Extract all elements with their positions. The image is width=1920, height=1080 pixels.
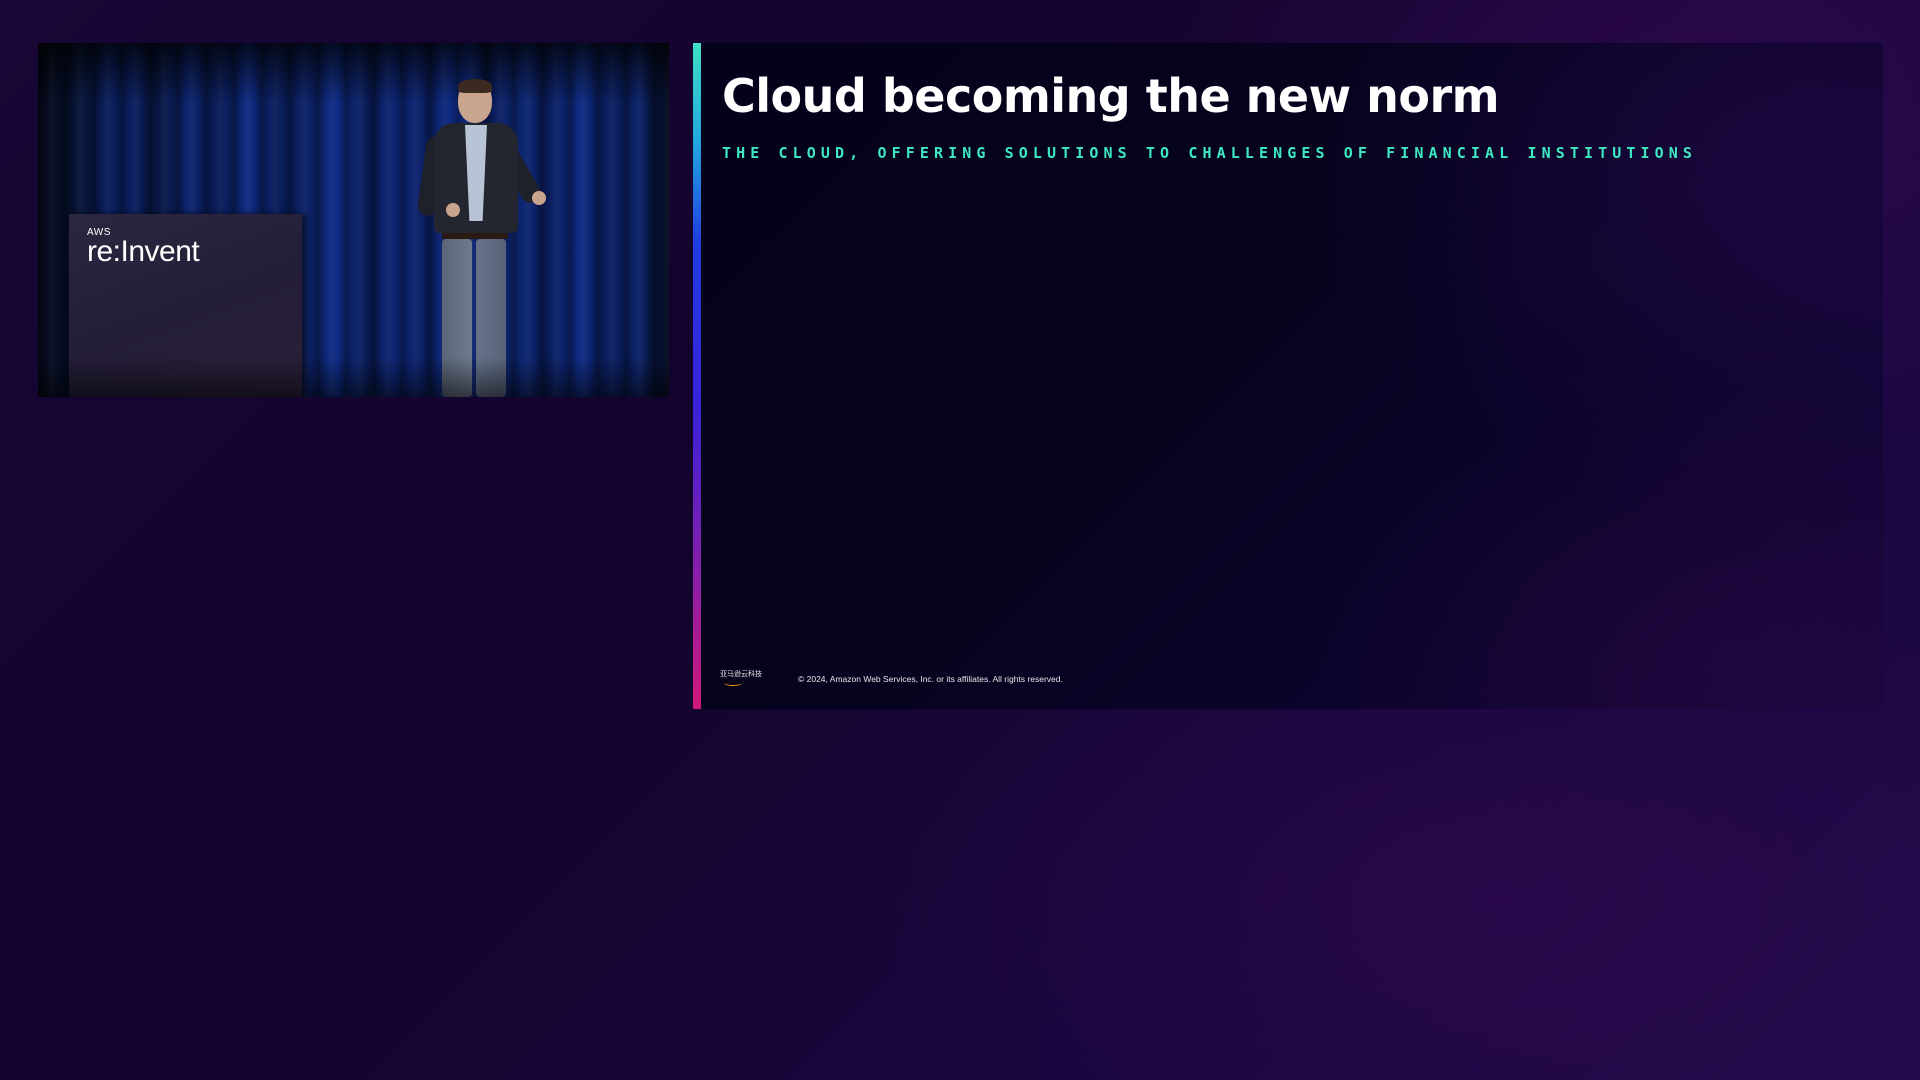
amazon-smile-icon: [724, 680, 742, 686]
aws-china-logo: 亚马逊云科技: [720, 671, 762, 687]
speaker-hand-left: [446, 203, 460, 217]
slide-title: Cloud becoming the new norm: [722, 69, 1500, 123]
video-bottom-shade: [38, 357, 669, 397]
aws-china-logo-text: 亚马逊云科技: [720, 671, 762, 678]
slide-accent-bar: [693, 43, 701, 709]
slide-footer: 亚马逊云科技 © 2024, Amazon Web Services, Inc.…: [720, 671, 1063, 687]
presentation-view: AWS re:Invent Cloud becoming the new nor…: [0, 0, 1920, 1080]
reinvent-logo-text: re:Invent: [87, 235, 200, 268]
presentation-slide: Cloud becoming the new norm THE CLOUD, O…: [693, 43, 1883, 709]
slide-subtitle: THE CLOUD, OFFERING SOLUTIONS TO CHALLEN…: [722, 144, 1698, 162]
speaker-hair: [458, 79, 492, 93]
speaker-video: AWS re:Invent: [38, 43, 669, 397]
copyright-notice: © 2024, Amazon Web Services, Inc. or its…: [798, 674, 1063, 684]
speaker: [408, 79, 548, 397]
video-top-shade: [38, 43, 669, 103]
reinvent-logo: AWS re:Invent: [87, 228, 200, 268]
speaker-hand-right: [532, 191, 546, 205]
